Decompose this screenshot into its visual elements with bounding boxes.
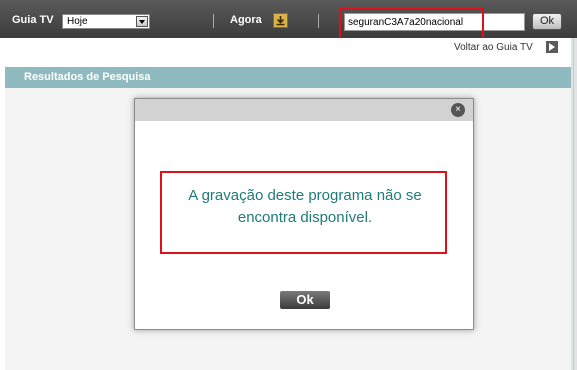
dialog-ok-button[interactable]: Ok bbox=[280, 291, 330, 309]
divider bbox=[318, 14, 319, 28]
download-icon bbox=[276, 16, 285, 26]
arrow-right-icon bbox=[549, 43, 555, 51]
results-title: Resultados de Pesquisa bbox=[24, 71, 151, 83]
dialog-message: A gravação deste programa não se encontr… bbox=[157, 185, 453, 229]
day-select[interactable]: Hoje bbox=[62, 14, 150, 29]
chevron-down-icon bbox=[139, 20, 145, 24]
dialog-message-line2: encontra disponível. bbox=[237, 209, 373, 226]
search-ok-button[interactable]: Ok bbox=[532, 13, 562, 30]
message-dialog: × A gravação deste programa não se encon… bbox=[134, 98, 474, 330]
now-download-button[interactable] bbox=[273, 13, 288, 28]
scrollbar-track bbox=[573, 38, 574, 370]
search-input[interactable] bbox=[344, 13, 525, 31]
dialog-titlebar: × bbox=[135, 99, 473, 121]
scrollbar[interactable] bbox=[571, 38, 577, 370]
back-arrow-button[interactable] bbox=[546, 41, 558, 53]
guide-label: Guia TV bbox=[12, 14, 54, 26]
results-header: Resultados de Pesquisa bbox=[5, 67, 571, 88]
now-label: Agora bbox=[230, 14, 262, 26]
close-icon[interactable]: × bbox=[451, 103, 465, 117]
divider bbox=[213, 14, 214, 28]
dialog-message-line1: A gravação deste programa não se bbox=[188, 187, 422, 204]
day-select-value: Hoje bbox=[67, 16, 88, 27]
dropdown-button[interactable] bbox=[136, 16, 148, 27]
back-to-guide-link[interactable]: Voltar ao Guia TV bbox=[454, 42, 533, 53]
top-toolbar: Guia TV Hoje Agora Ok bbox=[0, 0, 577, 38]
